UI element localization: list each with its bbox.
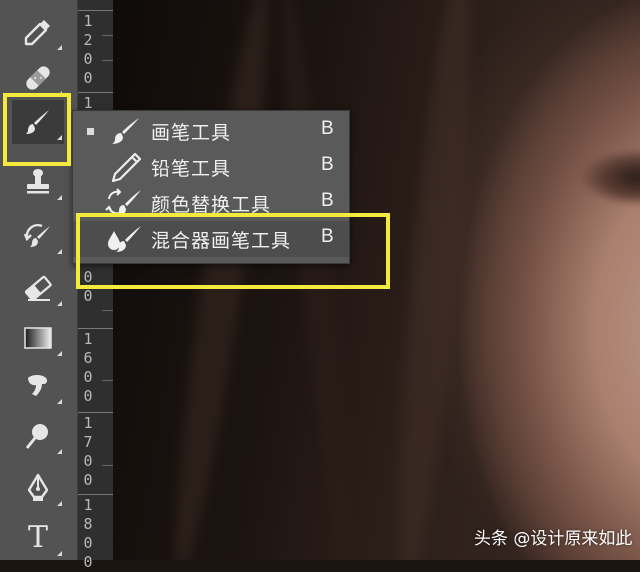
watermark: 头条 @设计原来如此 [474, 529, 633, 549]
mixer-brush-icon [108, 226, 141, 252]
brush-tool-flyout-menu: 画笔工具 B 铅笔工具 B 颜色替换工具 B 混合器画笔工具 B [72, 110, 350, 264]
ruler-tick [78, 328, 113, 329]
healing-brush-tool[interactable] [12, 56, 64, 100]
tool-group-indicator [57, 135, 62, 140]
history-brush-icon [23, 224, 50, 247]
pen-tool[interactable] [12, 466, 64, 510]
menu-item-label: 画笔工具 [151, 122, 232, 144]
menu-item-label: 混合器画笔工具 [151, 230, 292, 252]
ruler-label: 1 8 0 0 [83, 496, 93, 571]
menu-item-color-replacement-tool[interactable]: 颜色替换工具 B [73, 185, 349, 221]
tool-group-indicator [57, 91, 62, 96]
brush-icon [112, 118, 139, 144]
stamp-icon [27, 169, 49, 194]
menu-item-label: 颜色替换工具 [151, 194, 272, 216]
tool-group-indicator [57, 449, 62, 454]
menu-item-pencil-tool[interactable]: 铅笔工具 B [73, 149, 349, 185]
vertical-ruler: 1 2 0 0 1 3 0 0 1 6 0 0 1 7 0 0 1 8 0 0 [77, 0, 113, 571]
menu-item-mixer-brush-tool[interactable]: 混合器画笔工具 B [73, 221, 349, 257]
tool-group-indicator [57, 301, 62, 306]
gradient-icon [24, 327, 52, 349]
eraser-tool[interactable] [12, 266, 64, 310]
ruler-tick [102, 380, 113, 381]
ruler-tick [78, 10, 113, 11]
clone-stamp-tool[interactable] [12, 160, 64, 204]
gradient-tool[interactable] [12, 316, 64, 360]
ruler-label: 1 7 0 0 [83, 414, 93, 489]
ruler-tick [102, 60, 113, 61]
tools-panel: T [0, 0, 77, 560]
menu-item-brush-tool[interactable]: 画笔工具 B [73, 113, 349, 149]
tool-group-indicator [57, 249, 62, 254]
eraser-icon [24, 275, 52, 302]
menu-item-shortcut: B [321, 226, 334, 247]
type-icon: T [27, 520, 48, 555]
menu-item-shortcut: B [321, 154, 334, 175]
tool-group-indicator [57, 195, 62, 200]
active-bullet [87, 128, 94, 135]
ruler-tick [78, 92, 113, 93]
dodge-icon [25, 424, 48, 449]
ruler-tick [78, 412, 113, 413]
ruler-label: 1 6 0 0 [83, 330, 93, 405]
ruler-tick [78, 494, 113, 495]
brush-icon [26, 110, 49, 134]
menu-item-shortcut: B [321, 190, 334, 211]
ruler-tick [102, 35, 113, 36]
pencil-icon [111, 152, 142, 183]
eyedropper-tool[interactable] [12, 10, 64, 54]
color-replacement-icon [105, 188, 141, 216]
menu-item-shortcut: B [321, 118, 334, 139]
ruler-label: 0 0 [83, 268, 93, 305]
ruler-tick [102, 465, 113, 466]
type-tool[interactable]: T [12, 516, 64, 560]
tool-group-indicator [57, 501, 62, 506]
canvas-photo[interactable] [112, 0, 640, 560]
bandage-icon [26, 66, 50, 90]
dodge-tool[interactable] [12, 414, 64, 458]
eyedropper-icon [24, 20, 50, 46]
pen-nib-icon [27, 473, 49, 501]
brush-tool[interactable] [12, 100, 64, 144]
ruler-tick [102, 310, 113, 311]
tool-group-indicator [57, 45, 62, 50]
tool-group-indicator [57, 351, 62, 356]
smudge-icon [28, 375, 48, 396]
tool-group-indicator [57, 551, 62, 556]
menu-item-label: 铅笔工具 [151, 158, 232, 180]
smudge-tool[interactable] [12, 364, 64, 408]
tool-group-indicator [57, 399, 62, 404]
ruler-label: 1 2 0 0 [83, 12, 93, 87]
history-brush-tool[interactable] [12, 214, 64, 258]
